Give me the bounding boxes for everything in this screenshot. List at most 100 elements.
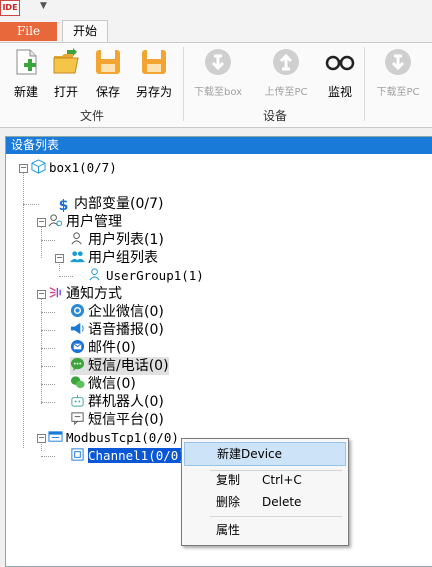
tree-line bbox=[41, 330, 55, 331]
group-separator bbox=[364, 47, 365, 121]
menu-item-label: 新建Device bbox=[217, 447, 283, 461]
title-bar: IDE ▼ bbox=[0, 0, 432, 19]
save-as-button[interactable]: 另存为 bbox=[130, 47, 178, 100]
tree-item-user-group1[interactable]: UserGroup1(1) bbox=[88, 267, 204, 285]
tree-line bbox=[23, 204, 39, 205]
tree-item-sms[interactable]: 短信/电话(0) bbox=[70, 357, 169, 375]
tree-item-user-group-list[interactable]: 用户组列表 bbox=[70, 249, 158, 267]
tree-item-user-mgmt[interactable]: 用户管理 bbox=[48, 213, 122, 231]
open-folder-icon bbox=[53, 48, 79, 74]
download-icon bbox=[205, 49, 231, 75]
new-file-icon bbox=[16, 49, 37, 75]
save-as-button-label: 另存为 bbox=[135, 85, 172, 99]
tree-item-label: 企业微信(0) bbox=[88, 304, 164, 320]
monitor-button-label: 监视 bbox=[327, 85, 352, 99]
expand-toggle[interactable]: − bbox=[37, 218, 46, 227]
user-icon bbox=[89, 268, 100, 281]
tree-item-box[interactable]: box1(0/7) bbox=[31, 159, 117, 177]
menu-separator bbox=[210, 516, 342, 517]
upload-icon bbox=[273, 49, 299, 75]
menu-item-new-device[interactable]: 新建Device bbox=[184, 442, 346, 466]
menu-item-copy[interactable]: 复制 Ctrl+C bbox=[184, 469, 344, 491]
user-gear-icon bbox=[48, 214, 63, 227]
tree-line bbox=[41, 402, 55, 403]
tree-item-sms-platform[interactable]: 短信平台(0) bbox=[70, 411, 164, 429]
tree-line bbox=[41, 294, 42, 404]
user-group-icon bbox=[70, 251, 85, 263]
tree-item-modbus[interactable]: ModbusTcp1(0/0) bbox=[48, 429, 179, 447]
save-icon bbox=[96, 50, 120, 74]
chat-platform-icon bbox=[71, 412, 84, 426]
tree-item-channel[interactable]: Channel1(0/0) bbox=[70, 447, 187, 465]
tree-line bbox=[41, 312, 55, 313]
menu-item-label: 复制 bbox=[216, 473, 241, 487]
tree-item-wechat[interactable]: 微信(0) bbox=[70, 375, 136, 393]
channel-icon bbox=[71, 448, 84, 461]
save-button[interactable]: 保存 bbox=[84, 47, 132, 100]
tree-item-voice[interactable]: 语音播报(0) bbox=[70, 321, 164, 339]
download-to-pc-button[interactable]: 下载至PC bbox=[374, 47, 422, 98]
tree-line bbox=[41, 456, 55, 457]
tree-item-label: 短信/电话(0) bbox=[88, 358, 169, 374]
tree-item-label: 用户组列表 bbox=[88, 250, 158, 266]
download-to-box-button[interactable]: 下载至box bbox=[194, 47, 242, 98]
box-icon bbox=[31, 159, 46, 174]
menu-item-properties[interactable]: 属性 bbox=[184, 519, 344, 541]
open-button[interactable]: 打开 bbox=[42, 47, 90, 100]
tree-item-user-list[interactable]: 用户列表(1) bbox=[70, 231, 164, 249]
tree-item-wecom[interactable]: 企业微信(0) bbox=[70, 303, 164, 321]
upload-to-pc-button[interactable]: 上传至PC bbox=[262, 47, 310, 98]
tree-item-email[interactable]: 邮件(0) bbox=[70, 339, 136, 357]
tree-item-label: 用户管理 bbox=[66, 214, 122, 230]
tree-item-label: 通知方式 bbox=[66, 286, 122, 302]
ribbon: 新建 打开 保存 另存为 文件 下载至box 上传至PC 监视 设备 下载至PC bbox=[0, 42, 432, 128]
tree-item-label: 群机器人(0) bbox=[88, 394, 164, 410]
menu-item-delete[interactable]: 删除 Delete bbox=[184, 491, 344, 513]
tree-item-notify[interactable]: 通知方式 bbox=[48, 285, 122, 303]
group-label-file: 文件 bbox=[80, 109, 105, 123]
tab-file[interactable]: File bbox=[0, 22, 57, 41]
app-logo: IDE bbox=[0, 0, 20, 16]
tree-item-label: 语音播报(0) bbox=[88, 322, 164, 338]
tab-start[interactable]: 开始 bbox=[62, 20, 108, 43]
expand-toggle[interactable]: − bbox=[19, 164, 28, 173]
download-to-box-label: 下载至box bbox=[194, 87, 243, 98]
robot-icon bbox=[71, 394, 84, 407]
group-label-device: 设备 bbox=[263, 109, 288, 123]
save-button-label: 保存 bbox=[95, 85, 120, 99]
expand-toggle[interactable]: − bbox=[37, 290, 46, 299]
quick-access-dropdown-icon[interactable]: ▼ bbox=[40, 1, 47, 11]
monitor-button[interactable]: 监视 bbox=[316, 47, 364, 100]
wecom-icon bbox=[70, 303, 85, 318]
menu-item-shortcut: Delete bbox=[262, 495, 302, 509]
tree-item-label: 内部变量(0/7) bbox=[74, 196, 164, 212]
notification-icon bbox=[49, 287, 61, 298]
expand-toggle[interactable]: − bbox=[37, 434, 46, 443]
tree-item-internal-vars[interactable]: $ 内部变量(0/7) bbox=[56, 195, 164, 214]
user-icon bbox=[71, 232, 82, 245]
upload-to-pc-label: 上传至PC bbox=[264, 87, 308, 98]
group-separator bbox=[183, 47, 184, 121]
tree-item-label: 短信平台(0) bbox=[88, 412, 164, 428]
download-to-pc-label: 下载至PC bbox=[376, 87, 420, 98]
glasses-icon bbox=[325, 55, 355, 71]
tree-item-label: 微信(0) bbox=[88, 376, 136, 392]
ribbon-tabs: File 开始 bbox=[0, 18, 432, 43]
tree-item-label: 邮件(0) bbox=[88, 340, 136, 356]
tree-line bbox=[41, 384, 55, 385]
tree-line bbox=[41, 366, 55, 367]
modbus-device-icon bbox=[48, 431, 63, 442]
dollar-icon: $ bbox=[58, 198, 69, 214]
panel-title: 设备列表 bbox=[6, 137, 432, 154]
speaker-icon bbox=[70, 322, 84, 335]
tree-line bbox=[41, 240, 55, 241]
open-button-label: 打开 bbox=[53, 85, 78, 99]
expand-toggle[interactable]: − bbox=[55, 254, 64, 263]
wechat-icon bbox=[70, 376, 85, 389]
email-icon bbox=[70, 339, 85, 354]
tree-line bbox=[23, 168, 24, 448]
sms-icon bbox=[70, 357, 85, 372]
tree-item-label: box1(0/7) bbox=[49, 160, 117, 175]
tree-item-label: 用户列表(1) bbox=[88, 232, 164, 248]
tree-item-robot[interactable]: 群机器人(0) bbox=[70, 393, 164, 411]
